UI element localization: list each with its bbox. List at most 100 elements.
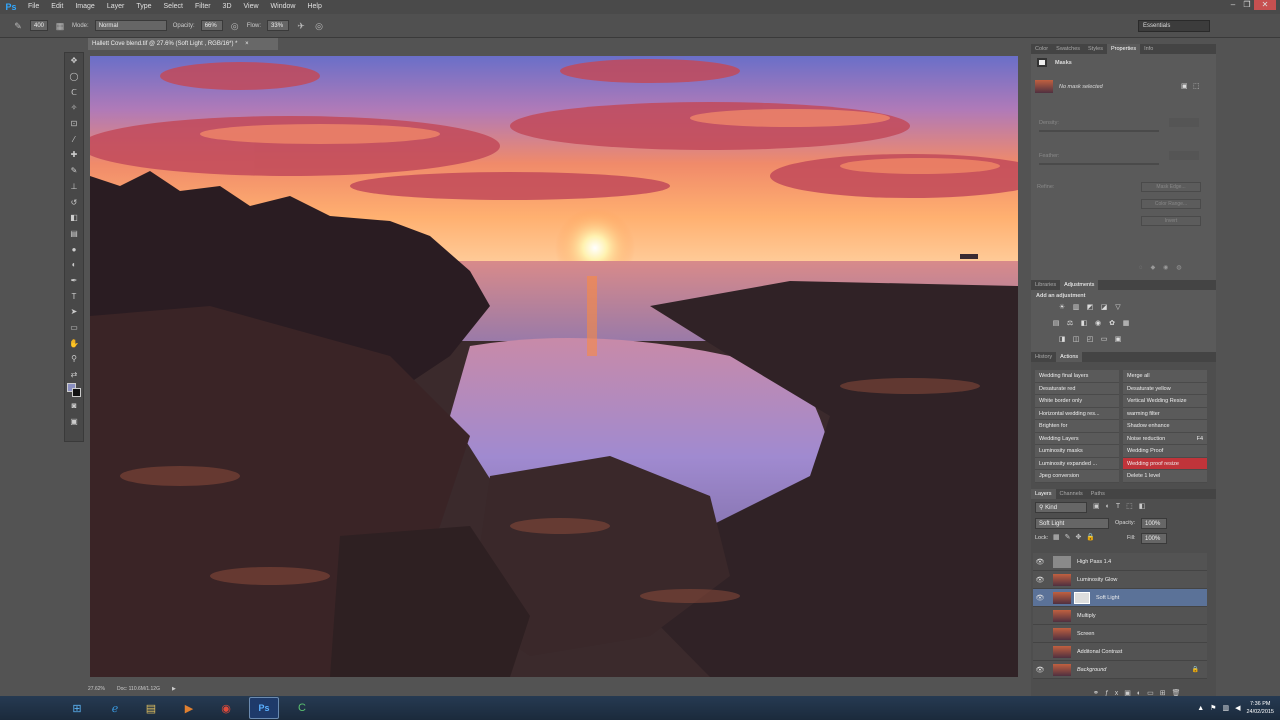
status-arrow-icon[interactable]: ▶ [172,686,176,696]
vibrance-icon[interactable]: ▽ [1113,303,1123,312]
feather-slider[interactable] [1039,163,1159,165]
tab-properties[interactable]: Properties [1107,44,1141,54]
gradient-tool-icon[interactable]: ▤ [65,226,83,242]
menu-filter[interactable]: Filter [189,0,217,14]
quick-mask-icon[interactable]: ◙ [65,398,83,414]
brush-tool-icon[interactable]: ✎ [12,20,24,32]
tab-paths[interactable]: Paths [1087,489,1109,499]
tab-channels[interactable]: Channels [1056,489,1087,499]
flag-icon[interactable]: ⚑ [1210,704,1216,712]
action-button[interactable]: Noise reduction F4 [1123,432,1207,445]
maximize-button[interactable]: ❐ [1240,0,1254,10]
blur-tool-icon[interactable]: ● [65,241,83,257]
swap-colors-icon[interactable]: ⇄ [65,367,83,383]
show-hidden-icons-icon[interactable]: ▲ [1197,705,1204,712]
shape-tool-icon[interactable]: ▭ [65,320,83,336]
menu-3d[interactable]: 3D [217,0,238,14]
marquee-tool-icon[interactable]: ◯ [65,69,83,85]
menu-file[interactable]: File [22,0,45,14]
menu-image[interactable]: Image [69,0,100,14]
dodge-tool-icon[interactable]: ◐ [65,257,83,273]
tab-info[interactable]: Info [1140,44,1157,54]
menu-view[interactable]: View [238,0,265,14]
posterize-icon[interactable]: ◫ [1071,335,1081,344]
tab-history[interactable]: History [1031,352,1056,362]
chrome-icon[interactable]: ◉ [211,697,241,719]
camtasia-icon[interactable]: C [287,697,317,719]
action-button[interactable]: Delete 1 level [1123,470,1207,483]
action-button[interactable]: Wedding Layers [1035,432,1119,445]
levels-icon[interactable]: ▥ [1071,303,1081,312]
action-button[interactable]: Horizontal wedding res... [1035,407,1119,420]
bw-icon[interactable]: ◧ [1079,319,1089,328]
action-button[interactable]: Shadow enhance [1123,420,1207,433]
layer-row[interactable]: Screen [1033,625,1207,643]
action-button[interactable]: White border only [1035,395,1119,408]
crop-tool-icon[interactable]: ⊡ [65,116,83,132]
brush-size-picker[interactable]: 400 [30,20,48,31]
airbrush-icon[interactable]: ✈ [295,20,307,32]
hand-tool-icon[interactable]: ✋ [65,335,83,351]
action-button[interactable]: Luminosity masks [1035,445,1119,458]
layer-row[interactable]: 👁 Soft Light [1033,589,1207,607]
visibility-eye-icon[interactable]: 👁 [1033,666,1047,674]
brush-panel-icon[interactable]: ▦ [54,20,66,32]
move-tool-icon[interactable]: ✥ [65,53,83,69]
tab-swatches[interactable]: Swatches [1052,44,1084,54]
zoom-level[interactable]: 27.62% [88,686,105,696]
fill-field[interactable]: 100% [1141,533,1167,544]
close-button[interactable]: ✕ [1254,0,1276,10]
layer-row[interactable]: 👁 Luminosity Glow [1033,571,1207,589]
color-swatches-icon[interactable] [65,382,83,398]
photoshop-icon[interactable]: Ps [249,697,279,719]
tab-actions[interactable]: Actions [1056,352,1083,362]
menu-window[interactable]: Window [265,0,302,14]
layer-row[interactable]: Multiply [1033,607,1207,625]
visibility-eye-icon[interactable]: 👁 [1033,576,1047,584]
visibility-eye-icon[interactable]: 👁 [1033,558,1047,566]
type-tool-icon[interactable]: T [65,288,83,304]
menu-edit[interactable]: Edit [45,0,69,14]
media-icon[interactable]: ▶ [174,697,204,719]
doc-info[interactable]: Doc: 110.6M/1.12G [117,686,160,696]
layer-row[interactable]: 👁 High Pass 1.4 [1033,553,1207,571]
path-select-tool-icon[interactable]: ➤ [65,304,83,320]
menu-select[interactable]: Select [158,0,189,14]
tab-color[interactable]: Color [1031,44,1052,54]
color-balance-icon[interactable]: ⚖ [1065,319,1075,328]
action-button[interactable]: Wedding Proof [1123,445,1207,458]
eraser-tool-icon[interactable]: ◧ [65,210,83,226]
history-brush-tool-icon[interactable]: ↺ [65,194,83,210]
workspace-select[interactable]: Essentials [1138,20,1210,32]
action-button[interactable]: Jpeg conversion [1035,470,1119,483]
visibility-eye-icon[interactable]: 👁 [1033,594,1047,602]
tab-libraries[interactable]: Libraries [1031,280,1060,290]
explorer-icon[interactable]: ▤ [136,697,166,719]
action-button[interactable]: Desaturate red [1035,382,1119,395]
start-icon[interactable]: ⊞ [64,697,90,719]
lasso-tool-icon[interactable]: ᑕ [65,84,83,100]
volume-icon[interactable]: ◀ [1235,704,1240,712]
opacity-field[interactable]: 66% [200,20,223,31]
mode-select[interactable]: Normal [94,20,167,31]
brush-tool-icon[interactable]: ✎ [65,163,83,179]
layer-opacity-field[interactable]: 100% [1141,518,1167,529]
menu-layer[interactable]: Layer [101,0,131,14]
action-button[interactable]: Wedding final layers [1035,370,1119,383]
minimize-button[interactable]: – [1226,0,1240,10]
pixel-mask-icon[interactable]: ▣ [1181,82,1188,90]
pen-tool-icon[interactable]: ✒ [65,273,83,289]
clock[interactable]: 7:36 PM 24/02/2015 [1246,700,1274,716]
threshold-icon[interactable]: ◰ [1085,335,1095,344]
lock-icons[interactable]: ▦✎✥🔒 [1053,533,1100,541]
screen-mode-icon[interactable]: ▣ [65,414,83,430]
action-button[interactable]: Desaturate yellow [1123,382,1207,395]
action-button[interactable]: Merge all [1123,370,1207,383]
action-button[interactable]: Luminosity expanded ... [1035,457,1119,470]
channel-mixer-icon[interactable]: ✿ [1107,319,1117,328]
photo-filter-icon[interactable]: ◉ [1093,319,1103,328]
menu-type[interactable]: Type [130,0,157,14]
menu-help[interactable]: Help [301,0,327,14]
ie-icon[interactable]: ℯ [100,697,130,719]
density-slider[interactable] [1039,130,1159,132]
